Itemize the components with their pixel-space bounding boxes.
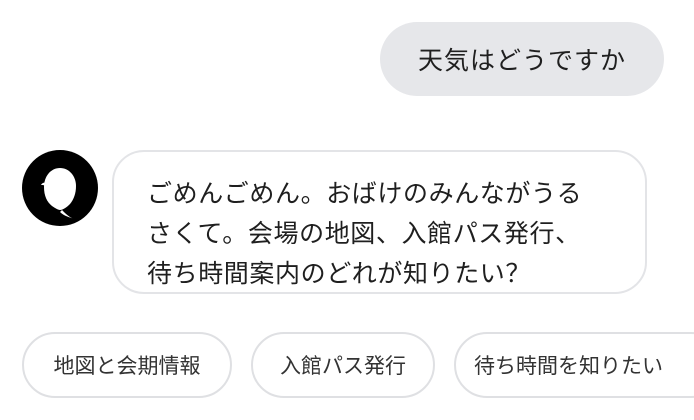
quick-reply-wait-time[interactable]: 待ち時間を知りたい — [454, 332, 694, 398]
quick-reply-label: 待ち時間を知りたい — [474, 354, 663, 378]
bot-message-line: ごめんごめん。おばけのみんながうる — [147, 179, 583, 208]
user-message-text: 天気はどうですか — [417, 46, 626, 75]
bot-message-line: さくて。会場の地図、入館パス発行、 — [147, 219, 581, 248]
bot-message-line: 待ち時間案内のどれが知りたい？ — [147, 259, 532, 288]
bot-message-bubble: ごめんごめん。おばけのみんながうる さくて。会場の地図、入館パス発行、 待ち時間… — [112, 150, 647, 294]
quick-reply-entry-pass[interactable]: 入館パス発行 — [251, 332, 435, 398]
ghost-icon — [41, 168, 76, 219]
bot-avatar — [22, 150, 98, 226]
quick-reply-label: 入館パス発行 — [280, 354, 406, 378]
user-message-bubble: 天気はどうですか — [380, 22, 664, 96]
quick-reply-label: 地図と会期情報 — [53, 354, 201, 378]
quick-reply-map-info[interactable]: 地図と会期情報 — [22, 332, 232, 398]
